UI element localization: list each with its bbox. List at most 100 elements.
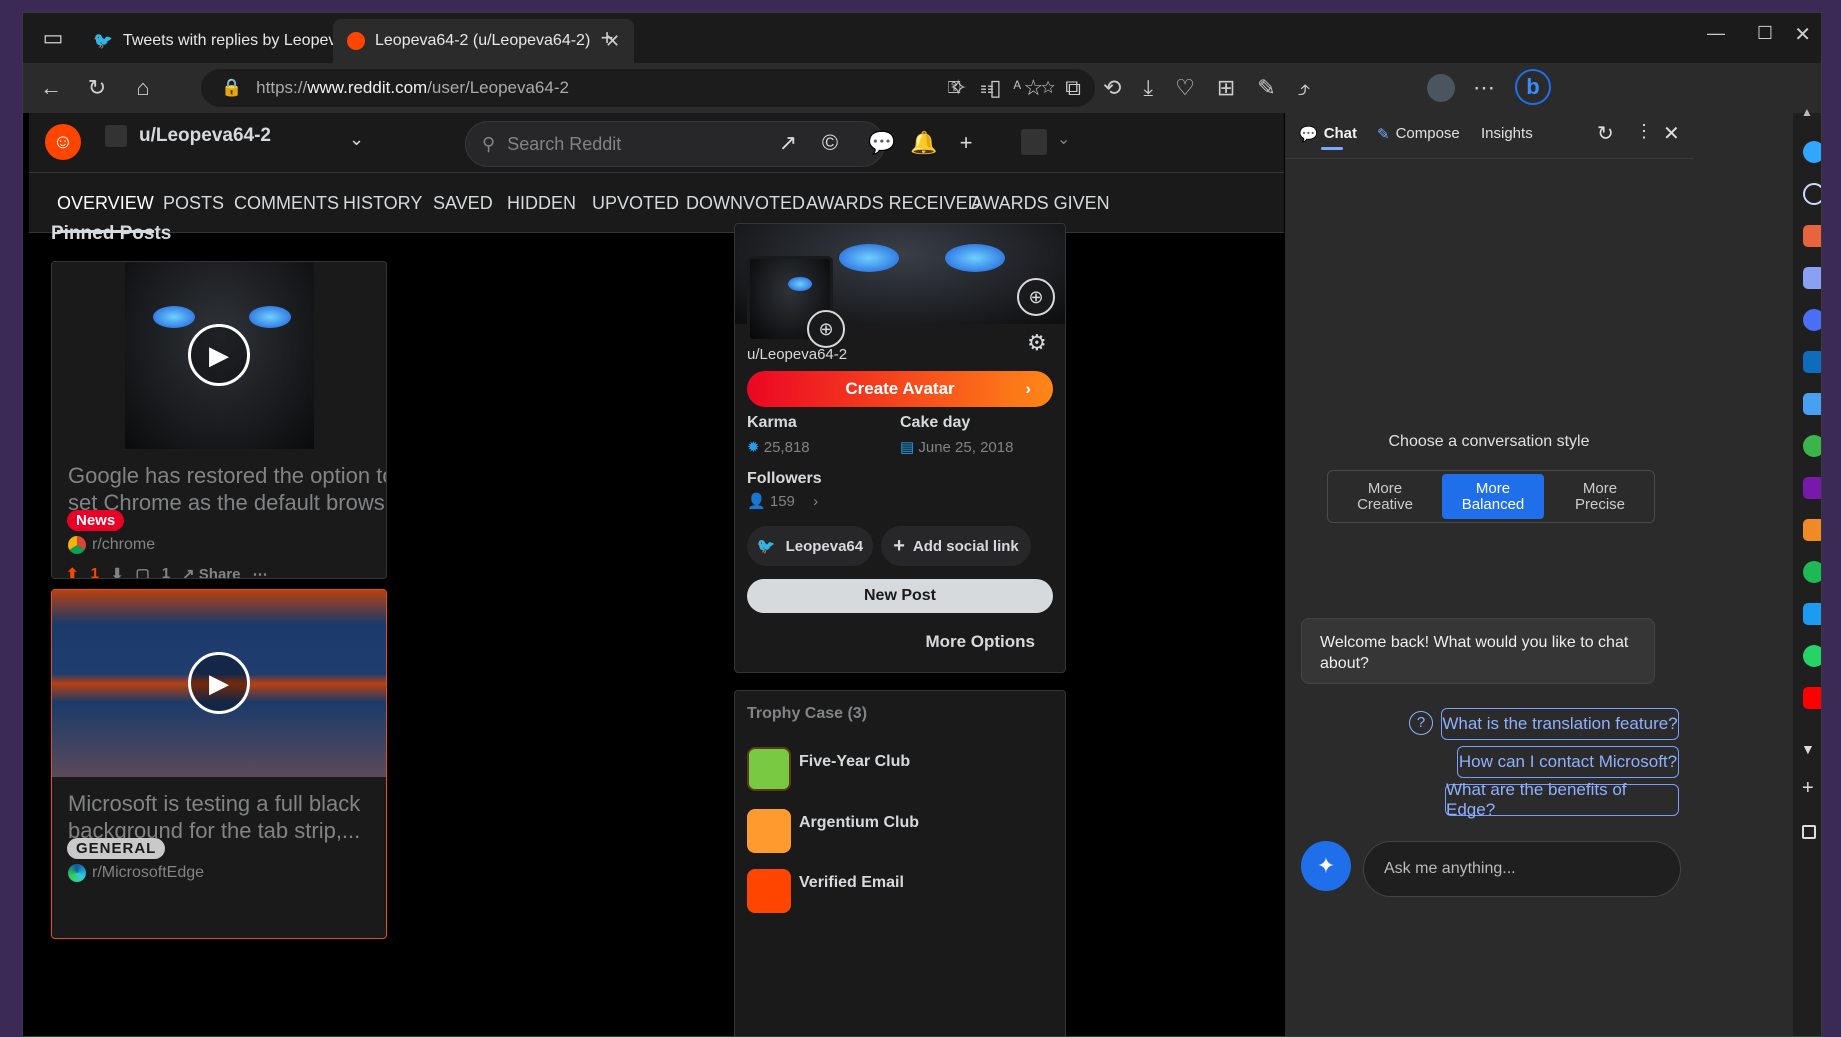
upvote-icon[interactable]: ⬆ xyxy=(66,565,79,578)
scroll-down-icon[interactable]: ▼ xyxy=(1801,741,1815,757)
close-panel-icon[interactable]: ✕ xyxy=(1663,121,1680,146)
coins-icon[interactable]: © xyxy=(815,128,845,158)
twitter-social-link[interactable]: 🐦 Leopeva64 xyxy=(747,526,873,566)
post-subreddit[interactable]: r/MicrosoftEdge xyxy=(68,864,204,882)
tools-briefcase-icon[interactable] xyxy=(1803,225,1821,247)
reddit-page: ☺ u/Leopeva64-2 ⌄ ⚲ Search Reddit ↗ © 💬 … xyxy=(23,113,1285,1036)
tab-history[interactable]: HISTORY xyxy=(343,173,422,233)
onenote-icon[interactable] xyxy=(1803,477,1821,499)
tab-insights[interactable]: Insights xyxy=(1481,125,1533,142)
play-icon[interactable]: ▶ xyxy=(188,324,250,386)
suggestion-chip[interactable]: How can I contact Microsoft? xyxy=(1457,746,1679,778)
create-post-icon[interactable]: + xyxy=(951,128,981,158)
back-icon[interactable]: ← xyxy=(27,70,75,106)
create-avatar-button[interactable]: Create Avatar › xyxy=(747,371,1053,407)
tab-comments[interactable]: COMMENTS xyxy=(234,173,339,233)
suggestion-chip[interactable]: What is the translation feature? xyxy=(1441,708,1679,740)
play-icon[interactable]: ▶ xyxy=(188,652,250,714)
new-post-button[interactable]: New Post xyxy=(747,579,1053,613)
settings-gear-icon[interactable]: ⚙ xyxy=(1027,330,1047,356)
search-placeholder: Search Reddit xyxy=(507,133,622,154)
upload-banner-icon[interactable]: ⊕ xyxy=(1017,278,1055,316)
style-creative[interactable]: More Creative xyxy=(1332,474,1438,519)
telegram-icon[interactable] xyxy=(1803,393,1821,415)
tab-actions-icon[interactable]: ▭ xyxy=(29,20,77,56)
style-balanced[interactable]: More Balanced xyxy=(1442,474,1544,519)
profile-tabs: OVERVIEW POSTS COMMENTS HISTORY SAVED HI… xyxy=(29,173,1284,233)
search-icon: ⚲ xyxy=(482,133,496,154)
trophy-item[interactable]: Verified Email xyxy=(799,874,904,892)
home-icon[interactable]: ⌂ xyxy=(119,70,167,106)
post-title[interactable]: Microsoft is testing a full black backgr… xyxy=(68,790,386,844)
style-precise[interactable]: More Precise xyxy=(1548,474,1652,519)
outlook-icon[interactable] xyxy=(1803,351,1821,373)
refresh-icon[interactable]: ↻ xyxy=(1597,121,1614,146)
youtube-icon[interactable] xyxy=(1803,687,1821,709)
minimize-icon[interactable]: — xyxy=(1707,23,1725,44)
comment-icon[interactable]: ▢ xyxy=(136,565,150,578)
microsoft-365-icon[interactable] xyxy=(1803,309,1821,331)
post-title[interactable]: Google has restored the option to set Ch… xyxy=(68,462,386,516)
ask-input[interactable]: Ask me anything... xyxy=(1363,841,1681,897)
scroll-up-icon[interactable]: ▲ xyxy=(1801,105,1813,119)
spotify-icon[interactable] xyxy=(1803,561,1821,583)
tree-icon[interactable] xyxy=(1803,435,1821,457)
cakeday-label: Cake day xyxy=(900,414,971,431)
popular-icon[interactable]: ↗ xyxy=(773,128,803,158)
edge-icon xyxy=(68,864,86,882)
user-avatar[interactable] xyxy=(1021,129,1047,155)
user-menu-chevron-icon[interactable]: ⌄ xyxy=(1057,129,1070,149)
notifications-icon[interactable]: 🔔 xyxy=(909,128,939,158)
pinned-post-card[interactable]: ▶ Google has restored the option to set … xyxy=(51,261,387,579)
comment-count: 1 xyxy=(161,565,171,579)
chevron-down-icon[interactable]: ⌄ xyxy=(349,129,364,150)
new-topic-broom-icon[interactable]: ✦ xyxy=(1301,841,1351,891)
downvote-icon[interactable]: ⬇ xyxy=(111,565,124,578)
profile-avatar[interactable] xyxy=(1427,74,1455,102)
hide-sidebar-icon[interactable] xyxy=(1802,825,1816,839)
followers-value[interactable]: 👤 159 › xyxy=(747,492,818,510)
tab-title: Leopeva64-2 (u/Leopeva64-2) - Reddit xyxy=(375,32,595,49)
tab-upvoted[interactable]: UPVOTED xyxy=(592,173,679,233)
bing-copilot-icon[interactable]: b xyxy=(1515,69,1551,105)
new-tab-icon[interactable]: + xyxy=(583,20,631,56)
pinned-post-card[interactable]: ▶ Microsoft is testing a full black back… xyxy=(51,589,387,939)
five-year-club-icon xyxy=(747,747,791,791)
sidebar-search-icon[interactable] xyxy=(1803,183,1821,205)
close-window-icon[interactable]: ✕ xyxy=(1794,22,1811,47)
tab-posts[interactable]: POSTS xyxy=(163,173,224,233)
karma-value: ✹ 25,818 xyxy=(747,439,810,456)
deezer-icon[interactable] xyxy=(1803,519,1821,541)
upload-avatar-icon[interactable]: ⊕ xyxy=(807,310,845,348)
community-switcher[interactable]: u/Leopeva64-2 xyxy=(105,125,271,147)
cat-eye xyxy=(839,244,899,272)
more-options-button[interactable]: More Options xyxy=(925,632,1035,652)
add-social-link-button[interactable]: + Add social link xyxy=(881,526,1031,566)
more-icon[interactable]: ⋯ xyxy=(252,565,267,578)
tab-chat[interactable]: 💬 Chat xyxy=(1299,125,1357,143)
refresh-icon[interactable]: ↻ xyxy=(73,70,121,106)
games-icon[interactable] xyxy=(1803,267,1821,289)
notifications-bell-icon[interactable] xyxy=(1803,141,1821,163)
suggestion-chip[interactable]: What are the benefits of Edge? xyxy=(1445,780,1679,819)
add-sidebar-app-icon[interactable]: + xyxy=(1802,777,1814,800)
tab-saved[interactable]: SAVED xyxy=(433,173,493,233)
more-vertical-icon[interactable]: ⋮ xyxy=(1635,121,1653,142)
cat-eye xyxy=(945,244,1005,272)
more-menu-icon[interactable]: ⋯ xyxy=(1473,75,1495,101)
style-heading: Choose a conversation style xyxy=(1388,433,1590,450)
conversation-style-selector: More Creative More Balanced More Precise xyxy=(1327,470,1655,523)
post-subreddit[interactable]: r/chrome xyxy=(68,536,155,554)
twitter-icon[interactable] xyxy=(1803,603,1821,625)
trophy-item[interactable]: Five-Year Club xyxy=(799,753,910,771)
whatsapp-icon[interactable] xyxy=(1803,645,1821,667)
tab-hidden[interactable]: HIDDEN xyxy=(507,173,576,233)
maximize-icon[interactable]: ☐ xyxy=(1757,23,1773,44)
tab-compose[interactable]: ✎ Compose xyxy=(1377,125,1460,143)
toolbar-extension-icons[interactable]: ✧▯☆⧉⟲⤓♡⊞✎⤴ xyxy=(949,75,1332,101)
reddit-logo-icon[interactable]: ☺ xyxy=(45,124,81,160)
share-button[interactable]: ↗ Share xyxy=(182,565,240,578)
trophy-item[interactable]: Argentium Club xyxy=(799,814,919,832)
cat-eye xyxy=(788,277,812,291)
chat-icon[interactable]: 💬 xyxy=(867,128,897,158)
